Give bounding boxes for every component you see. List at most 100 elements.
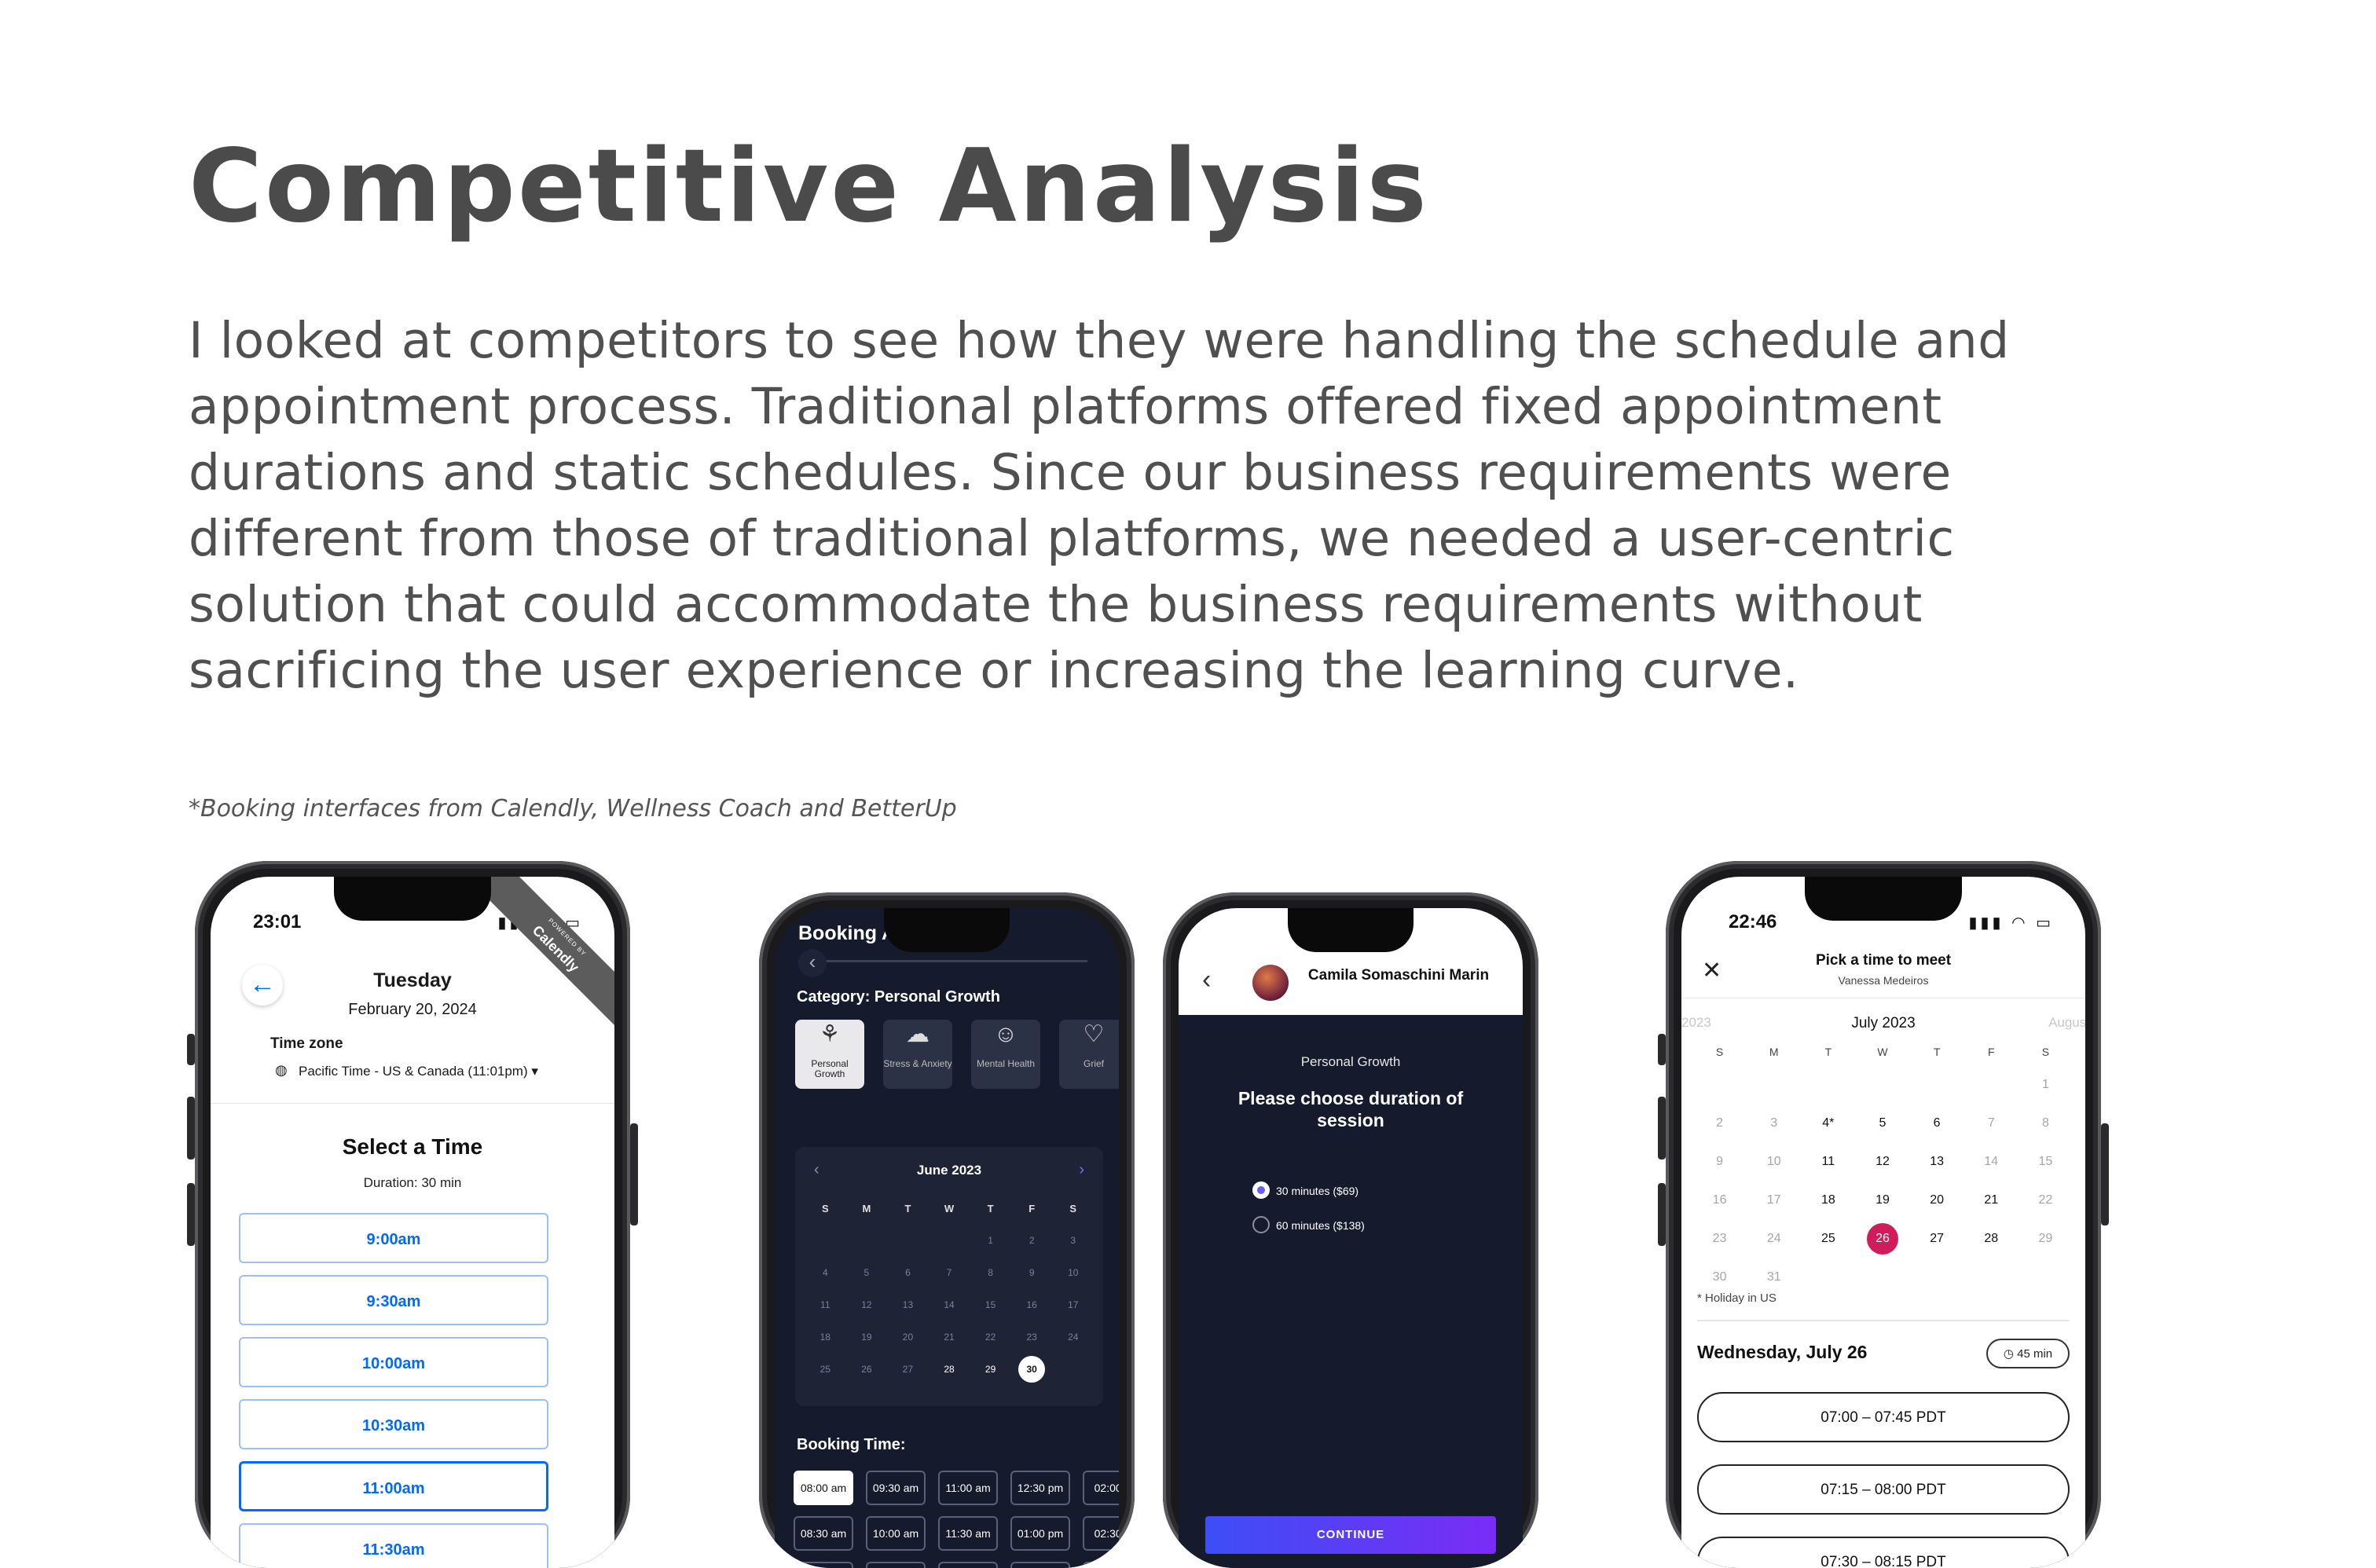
calendar-day[interactable]: 16 — [1692, 1181, 1747, 1219]
calendar-day[interactable]: 5 — [1855, 1104, 1909, 1142]
time-slot[interactable]: 02:00 p — [1083, 1471, 1119, 1505]
category-mental-health[interactable]: ☺ Mental Health — [971, 1020, 1040, 1089]
calendar-day[interactable]: 14 — [929, 1289, 970, 1321]
time-slot-button[interactable]: 07:15 – 08:00 PDT — [1697, 1464, 2070, 1515]
timezone-dropdown[interactable]: Pacific Time - US & Canada (11:01pm) ▾ — [299, 1064, 538, 1079]
category-stress-anxiety[interactable]: ☁ Stress & Anxiety — [883, 1020, 952, 1089]
calendar-day[interactable]: 1 — [970, 1225, 1011, 1257]
time-slot[interactable]: 10:30 am — [866, 1562, 926, 1568]
calendar-day[interactable]: 23 — [1692, 1219, 1747, 1258]
calendar-day[interactable]: 3 — [1052, 1225, 1094, 1257]
next-month-label[interactable]: August — [2048, 1015, 2085, 1031]
time-slot-selected[interactable]: 08:00 am — [794, 1471, 853, 1505]
calendar-day[interactable]: 4 — [805, 1257, 846, 1289]
calendar-day[interactable]: 2 — [1692, 1104, 1747, 1142]
continue-button[interactable]: CONTINUE — [1205, 1516, 1496, 1554]
calendar-day[interactable]: 22 — [2018, 1181, 2073, 1219]
calendar-day[interactable]: 14 — [1964, 1142, 2018, 1181]
time-slot[interactable]: 12:00 pm — [938, 1562, 998, 1568]
back-chevron-icon[interactable]: ‹ — [1202, 965, 1211, 995]
calendar-day[interactable]: 9 — [1011, 1257, 1053, 1289]
calendar-day[interactable]: 29 — [2018, 1219, 2073, 1258]
time-slot[interactable]: 11:00 am — [938, 1471, 998, 1505]
calendar-day[interactable]: 12 — [1855, 1142, 1909, 1181]
calendar-day[interactable]: 19 — [1855, 1181, 1909, 1219]
calendar-day-selected[interactable]: 30 — [1011, 1354, 1053, 1386]
calendar-day[interactable]: 10 — [1747, 1142, 1801, 1181]
calendar-day[interactable]: 13 — [1910, 1142, 1964, 1181]
time-slot-button[interactable]: 11:30am — [239, 1523, 548, 1568]
calendar-day[interactable]: 15 — [970, 1289, 1011, 1321]
calendar-day[interactable]: 31 — [1747, 1258, 1801, 1296]
time-slot-button[interactable]: 07:30 – 08:15 PDT — [1697, 1537, 2070, 1568]
calendar-day[interactable]: 8 — [2018, 1104, 2073, 1142]
back-chevron-icon[interactable]: ‹ — [798, 949, 827, 977]
calendar-day[interactable]: 21 — [929, 1321, 970, 1354]
category-personal-growth[interactable]: ⚘ Personal Growth — [795, 1020, 864, 1089]
calendar-day[interactable]: 1 — [2018, 1065, 2073, 1104]
calendar-day[interactable]: 23 — [1011, 1321, 1053, 1354]
time-slot[interactable]: 03:00 p — [1083, 1562, 1119, 1568]
calendar-day[interactable]: 20 — [1910, 1181, 1964, 1219]
calendar-day[interactable]: 30 — [1692, 1258, 1747, 1296]
calendar-day[interactable]: 15 — [2018, 1142, 2073, 1181]
calendar-day-selected[interactable]: 26 — [1855, 1219, 1909, 1258]
time-slot[interactable]: 01:30 pm — [1010, 1562, 1070, 1568]
time-slot[interactable]: 02:30 p — [1083, 1516, 1119, 1551]
next-month-chevron-icon[interactable]: › — [1079, 1161, 1084, 1179]
time-slot[interactable]: 11:30 am — [938, 1516, 998, 1551]
calendar-day[interactable]: 7 — [1964, 1104, 2018, 1142]
time-slot-button[interactable]: 9:30am — [239, 1275, 548, 1325]
calendar-day[interactable]: 24 — [1747, 1219, 1801, 1258]
calendar-day[interactable]: 28 — [1964, 1219, 2018, 1258]
calendar-day[interactable]: 7 — [929, 1257, 970, 1289]
calendar-day[interactable]: 9 — [1692, 1142, 1747, 1181]
calendar-day[interactable]: 17 — [1747, 1181, 1801, 1219]
calendar-day[interactable]: 16 — [1011, 1289, 1053, 1321]
time-slot[interactable]: 10:00 am — [866, 1516, 926, 1551]
radio-selected[interactable] — [1252, 1181, 1270, 1199]
calendar-day[interactable]: 5 — [846, 1257, 888, 1289]
calendar-day[interactable]: 10 — [1052, 1257, 1094, 1289]
calendar-day[interactable]: 6 — [887, 1257, 929, 1289]
duration-option-30[interactable]: 30 minutes ($69) — [1252, 1181, 1358, 1199]
calendar-day[interactable]: 27 — [887, 1354, 929, 1386]
calendar-day[interactable]: 19 — [846, 1321, 888, 1354]
radio-unselected[interactable] — [1252, 1216, 1270, 1233]
calendar-day[interactable]: 18 — [1801, 1181, 1855, 1219]
calendar-day[interactable]: 21 — [1964, 1181, 2018, 1219]
calendar-day[interactable]: 26 — [846, 1354, 888, 1386]
calendar-day[interactable]: 8 — [970, 1257, 1011, 1289]
time-slot[interactable]: 09:00 am — [794, 1562, 853, 1568]
calendar-day[interactable]: 20 — [887, 1321, 929, 1354]
calendar-day[interactable]: 27 — [1910, 1219, 1964, 1258]
calendar-day[interactable]: 25 — [1801, 1219, 1855, 1258]
time-slot-button[interactable]: 9:00am — [239, 1213, 548, 1263]
calendar-day[interactable]: 22 — [970, 1321, 1011, 1354]
calendar-day[interactable]: 4* — [1801, 1104, 1855, 1142]
calendar-day[interactable]: 28 — [929, 1354, 970, 1386]
calendar-day[interactable]: 24 — [1052, 1321, 1094, 1354]
calendar-day[interactable]: 13 — [887, 1289, 929, 1321]
calendar-day[interactable]: 29 — [970, 1354, 1011, 1386]
calendar-day[interactable]: 6 — [1910, 1104, 1964, 1142]
calendar-day[interactable]: 11 — [805, 1289, 846, 1321]
time-slot[interactable]: 12:30 pm — [1010, 1471, 1070, 1505]
time-slot-button[interactable]: 07:00 – 07:45 PDT — [1697, 1392, 2070, 1442]
time-slot[interactable]: 09:30 am — [866, 1471, 926, 1505]
time-slot-button[interactable]: 10:30am — [239, 1399, 548, 1449]
calendar-day[interactable]: 18 — [805, 1321, 846, 1354]
time-slot-button-selected[interactable]: 11:00am — [239, 1461, 548, 1511]
time-slot[interactable]: 08:30 am — [794, 1516, 853, 1551]
calendar-empty-cell — [1855, 1065, 1909, 1104]
calendar-day[interactable]: 3 — [1747, 1104, 1801, 1142]
calendar-day[interactable]: 11 — [1801, 1142, 1855, 1181]
calendar-day[interactable]: 12 — [846, 1289, 888, 1321]
time-slot-button[interactable]: 10:00am — [239, 1337, 548, 1387]
duration-option-60[interactable]: 60 minutes ($138) — [1252, 1216, 1365, 1233]
calendar-day[interactable]: 17 — [1052, 1289, 1094, 1321]
calendar-day[interactable]: 2 — [1011, 1225, 1053, 1257]
category-grief[interactable]: ♡ Grief — [1059, 1020, 1119, 1089]
time-slot[interactable]: 01:00 pm — [1010, 1516, 1070, 1551]
calendar-day[interactable]: 25 — [805, 1354, 846, 1386]
